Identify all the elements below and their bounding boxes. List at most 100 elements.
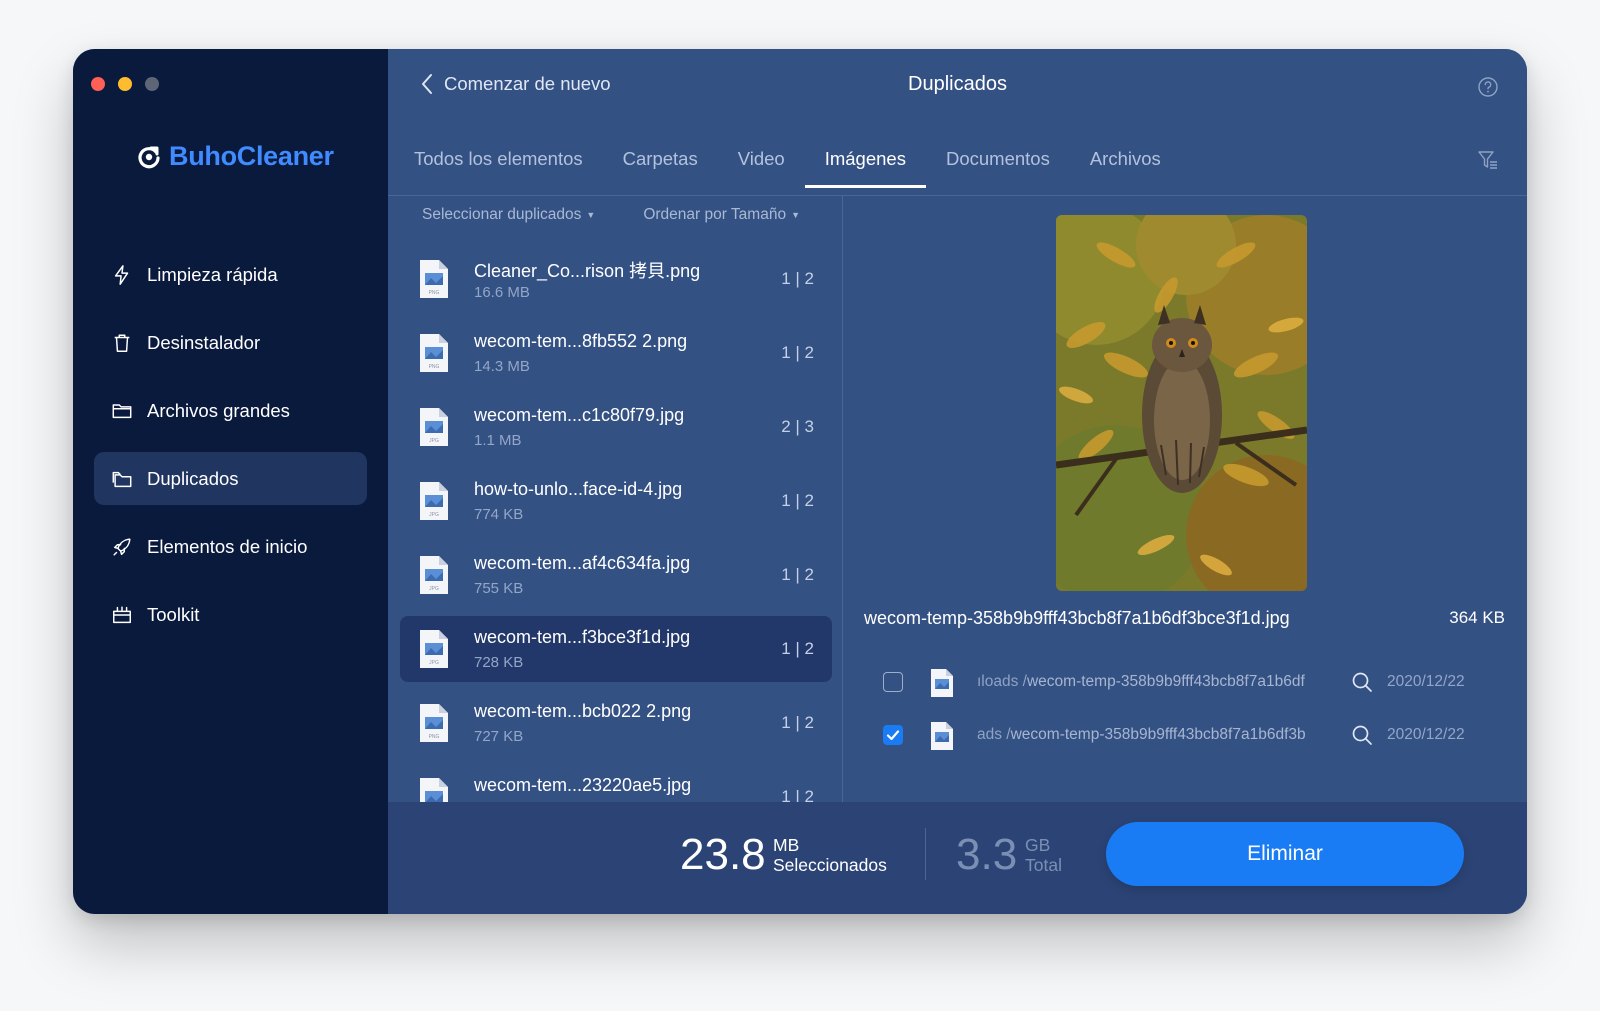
select-duplicates-dropdown[interactable]: Seleccionar duplicados ▼ [422,206,595,224]
file-name: Cleaner_Co...rison 拷貝.png [474,261,701,281]
file-size: 774 KB [474,506,524,523]
file-row[interactable]: JPG wecom-tem...f3bce3f1d.jpg 728 KB 1 | 2 [400,616,832,682]
copy-checkbox-checked[interactable] [883,725,903,745]
copy-path: ıloads /wecom-temp-358b9b9fff43bcb8f7a1b… [977,673,1337,691]
tab-todos-los-elementos[interactable]: Todos los elementos [414,145,603,187]
preview-pane: wecom-temp-358b9b9fff43bcb8f7a1b6df3bce3… [843,196,1527,802]
tab-carpetas[interactable]: Carpetas [603,145,718,187]
copy-file: wecom-temp-358b9b9fff43bcb8f7a1b6df [1026,673,1305,690]
chevron-left-icon [422,74,432,94]
image-file-icon: PNG [420,704,448,742]
sidebar-item-toolkit[interactable]: Toolkit [94,588,367,641]
sidebar-item-desinstalador[interactable]: Desinstalador [94,316,367,369]
checkmark-icon [886,730,900,741]
selected-size-value: 23.8 [680,830,766,879]
app-window: BuhoCleaner Limpieza rápida Desinstalado… [73,49,1527,914]
selected-size-caption: MB Seleccionados [773,835,887,875]
selected-size-unit: MB [773,835,800,855]
image-file-icon [931,722,953,750]
duplicate-count: 1 | 2 [781,565,814,584]
zoom-window-button[interactable] [145,77,159,91]
back-label: Comenzar de nuevo [444,73,611,94]
tab-video[interactable]: Video [718,145,805,187]
total-size-label: Total [1025,855,1062,875]
duplicate-count: 1 | 2 [781,639,814,658]
bolt-icon [110,263,134,287]
file-row[interactable]: JPG how-to-unlo...face-id-4.jpg 774 KB 1 | … [400,468,832,534]
sidebar-item-label: Limpieza rápida [147,263,278,285]
summary-bar: 23.8 MB Seleccionados 3.3 GB Total Elimi… [388,802,1527,914]
select-duplicates-label: Seleccionar duplicados [422,206,582,223]
duplicate-count: 1 | 2 [781,269,814,288]
sidebar-item-limpieza-rapida[interactable]: Limpieza rápida [94,248,367,301]
main-panel: Comenzar de nuevo Duplicados Todos los e… [388,49,1527,914]
tab-documentos[interactable]: Documentos [926,145,1070,187]
file-size: 728 KB [474,654,524,671]
file-type-label: PNG [429,364,440,370]
file-size: 14.3 MB [474,358,530,375]
image-file-icon: JPG [420,630,448,668]
sidebar-item-label: Toolkit [147,603,200,625]
caret-down-icon: ▼ [586,209,596,220]
help-icon[interactable] [1477,76,1499,98]
sidebar-item-label: Duplicados [147,467,239,489]
sidebar-item-label: Archivos grandes [147,399,290,421]
delete-button[interactable]: Eliminar [1106,822,1464,886]
trash-icon [110,331,134,355]
file-type-label: JPG [429,660,439,666]
selected-size-label: Seleccionados [773,855,887,875]
total-size-value: 3.3 [956,830,1018,879]
sidebar: BuhoCleaner Limpieza rápida Desinstalado… [73,49,388,914]
file-name: how-to-unlo...face-id-4.jpg [474,479,683,499]
copy-path: ads /wecom-temp-358b9b9fff43bcb8f7a1b6df… [977,726,1337,744]
preview-filename: wecom-temp-358b9b9fff43bcb8f7a1b6df3bce3… [864,608,1290,628]
close-window-button[interactable] [91,77,105,91]
duplicate-count: 1 | 2 [781,491,814,510]
duplicate-count: 1 | 2 [781,787,814,802]
list-controls: Seleccionar duplicados ▼ Ordenar por Tama… [422,206,800,224]
caret-down-icon: ▼ [791,209,800,220]
filter-icon[interactable] [1477,149,1499,171]
file-row[interactable]: PNG wecom-tem...8fb552 2.png 14.3 MB 1 | 2 [400,320,832,386]
file-size: 727 KB [474,728,524,745]
file-row[interactable]: JPG wecom-tem...23220ae5.jpg 1 | 2 [400,764,832,802]
owl-photo [1056,215,1307,591]
file-row[interactable]: PNG Cleaner_Co...rison 拷貝.png 16.6 MB 1 | 2 [400,246,832,312]
file-row[interactable]: PNG wecom-tem...bcb022 2.png 727 KB 1 | 2 [400,690,832,756]
file-name: wecom-tem...c1c80f79.jpg [474,405,685,425]
sort-dropdown[interactable]: Ordenar por Tamaño ▼ [643,206,800,224]
file-name: wecom-tem...bcb022 2.png [474,701,692,721]
file-row[interactable]: JPG wecom-tem...af4c634fa.jpg 755 KB 1 | 2 [400,542,832,608]
copy-dir: ıloads / [977,673,1027,690]
duplicate-count: 1 | 2 [781,343,814,362]
image-file-icon [931,669,953,697]
sidebar-nav: Limpieza rápida Desinstalador Archivos g… [94,248,367,656]
image-file-icon: PNG [420,260,448,298]
file-type-label: JPG [429,438,439,444]
divider [925,828,926,880]
tab-imagenes[interactable]: Imágenes [804,145,927,188]
file-type-label: JPG [429,512,439,518]
file-rows: PNG Cleaner_Co...rison 拷貝.png 16.6 MB 1 | 2… [400,246,832,802]
duplicate-folder-icon [110,467,134,491]
copy-date: 2020/12/22 [1387,726,1465,743]
reveal-in-finder-icon[interactable] [1351,671,1373,693]
window-controls [91,77,159,91]
header: Comenzar de nuevo Duplicados [388,49,1527,139]
sidebar-item-elementos-de-inicio[interactable]: Elementos de inicio [94,520,367,573]
file-size: 16.6 MB [474,284,530,301]
minimize-window-button[interactable] [118,77,132,91]
tab-archivos[interactable]: Archivos [1070,145,1181,187]
file-row[interactable]: JPG wecom-tem...c1c80f79.jpg 1.1 MB 2 | 3 [400,394,832,460]
file-type-label: PNG [429,734,440,740]
toolkit-icon [110,603,134,627]
preview-filesize: 364 KB [1449,608,1505,627]
sidebar-item-archivos-grandes[interactable]: Archivos grandes [94,384,367,437]
reveal-in-finder-icon[interactable] [1351,724,1373,746]
sidebar-item-duplicados[interactable]: Duplicados [94,452,367,505]
copy-checkbox[interactable] [883,672,903,692]
sort-label: Ordenar por Tamaño [643,206,787,223]
image-file-icon: JPG [420,556,448,594]
file-size: 755 KB [474,580,524,597]
back-button[interactable]: Comenzar de nuevo [420,73,611,95]
